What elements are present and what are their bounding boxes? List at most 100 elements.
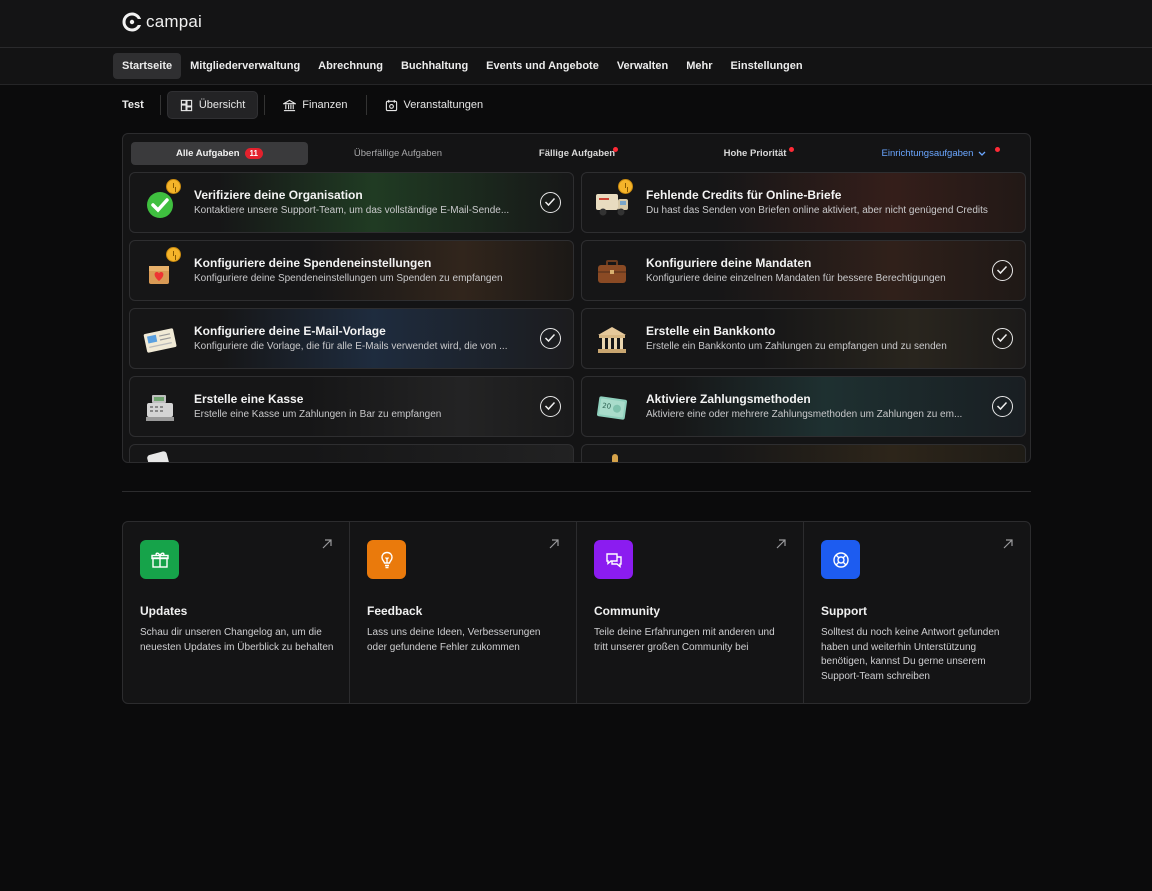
check-circle-icon[interactable] [540, 192, 561, 213]
top-bar: campai [0, 0, 1152, 48]
help-card-community[interactable]: Community Teile deine Erfahrungen mit an… [577, 522, 804, 703]
campai-logo[interactable]: campai [122, 12, 202, 32]
task-description: Erstelle eine Kasse um Zahlungen in Bar … [194, 409, 442, 420]
tab-finanzen[interactable]: Finanzen [271, 91, 359, 119]
task-count-badge: 11 [244, 148, 263, 159]
task-title: Konfiguriere deine Spendeneinstellungen [194, 256, 432, 270]
tab-einrichtungsaufgaben-label: Einrichtungsaufgaben [881, 148, 974, 159]
task-card-verify-organization[interactable]: Verifiziere deine Organisation Kontaktie… [129, 172, 574, 233]
help-card-description: Teile deine Erfahrungen mit anderen und … [594, 627, 775, 653]
briefcase-icon [592, 252, 632, 292]
nav-mehr[interactable]: Mehr [677, 53, 721, 79]
task-title: Konfiguriere deine E-Mail-Vorlage [194, 324, 386, 338]
nav-einstellungen[interactable]: Einstellungen [721, 53, 811, 79]
key-icon [612, 454, 618, 462]
task-card-donation-settings[interactable]: Konfiguriere deine Spendeneinstellungen … [129, 240, 574, 301]
help-card-title: Community [594, 604, 660, 618]
tab-hohe-prioritaet[interactable]: Hohe Priorität [666, 142, 844, 165]
tab-faellige-label: Fällige Aufgaben [538, 148, 616, 159]
task-title: Erstelle eine Kasse [194, 392, 304, 406]
help-card-description: Schau dir unseren Changelog an, um die n… [140, 627, 334, 653]
check-circle-icon[interactable] [992, 260, 1013, 281]
calendar-icon [385, 99, 397, 111]
task-description: Du hast das Senden von Briefen online ak… [646, 205, 988, 216]
task-card-cash-register[interactable]: Erstelle eine Kasse Erstelle eine Kasse … [129, 376, 574, 437]
check-circle-icon[interactable] [992, 396, 1013, 417]
task-title: Erstelle ein Bankkonto [646, 324, 776, 338]
chevron-down-icon [978, 151, 986, 156]
tab-uebersicht[interactable]: Übersicht [166, 91, 259, 119]
campai-logo-icon [122, 12, 142, 32]
organization-name: Test [122, 99, 144, 111]
notification-dot [995, 147, 1000, 152]
tab-finanzen-label: Finanzen [302, 99, 348, 111]
help-card-title: Support [821, 604, 867, 618]
nav-verwalten[interactable]: Verwalten [608, 53, 677, 79]
task-card-bank-account[interactable]: Erstelle ein Bankkonto Erstelle ein Bank… [581, 308, 1026, 369]
tab-uebersicht-label: Übersicht [198, 99, 246, 111]
gift-icon [140, 540, 179, 579]
divider [264, 95, 266, 115]
help-card-description: Lass uns deine Ideen, Verbesserungen ode… [367, 627, 541, 653]
tab-ueberfaellige-label: Überfällige Aufgaben [353, 148, 443, 159]
notification-dot [789, 147, 794, 152]
task-description: Konfiguriere die Vorlage, die für alle E… [194, 341, 508, 352]
divider [159, 95, 161, 115]
task-title: Konfiguriere deine Mandaten [646, 256, 812, 270]
clock-icon [618, 179, 633, 194]
task-description: Erstelle ein Bankkonto um Zahlungen zu e… [646, 341, 947, 352]
bank-icon [283, 99, 297, 111]
task-card-missing-credits[interactable]: Fehlende Credits für Online-Briefe Du ha… [581, 172, 1026, 233]
task-description: Aktiviere eine oder mehrere Zahlungsmeth… [646, 409, 963, 420]
arrow-up-right-icon [322, 539, 332, 549]
check-circle-icon[interactable] [992, 328, 1013, 349]
section-divider [122, 491, 1031, 492]
task-description: Konfiguriere deine Spendeneinstellungen … [194, 273, 503, 284]
tab-alle-aufgaben[interactable]: Alle Aufgaben 11 [131, 142, 308, 165]
clock-icon [166, 247, 181, 262]
tab-hohe-prioritaet-label: Hohe Priorität [723, 148, 787, 159]
nav-buchhaltung[interactable]: Buchhaltung [392, 53, 477, 79]
arrow-up-right-icon [776, 539, 786, 549]
tab-faellige-aufgaben[interactable]: Fällige Aufgaben [488, 142, 666, 165]
letter-icon [140, 320, 180, 360]
nav-startseite[interactable]: Startseite [113, 53, 182, 79]
lightbulb-icon [367, 540, 406, 579]
clock-icon [166, 179, 181, 194]
task-title: Verifiziere deine Organisation [194, 188, 363, 202]
notification-dot [613, 147, 618, 152]
cash-register-icon [140, 388, 180, 428]
check-circle-icon[interactable] [540, 396, 561, 417]
task-description: Konfiguriere deine einzelnen Mandaten fü… [646, 273, 946, 284]
tab-veranstaltungen[interactable]: Veranstaltungen [373, 91, 496, 119]
task-card-partial[interactable] [129, 444, 574, 462]
nav-events-und-angebote[interactable]: Events und Angebote [477, 53, 608, 79]
banknote-icon: 20 [592, 388, 632, 428]
task-filter-tabs: Alle Aufgaben 11 Überfällige Aufgaben Fä… [131, 142, 1024, 165]
svg-text:20: 20 [602, 402, 612, 411]
task-card-email-template[interactable]: Konfiguriere deine E-Mail-Vorlage Konfig… [129, 308, 574, 369]
divider [365, 95, 367, 115]
sub-navigation: Test Übersicht Finanzen Veranstaltungen [122, 91, 495, 119]
nav-abrechnung[interactable]: Abrechnung [309, 53, 392, 79]
help-card-updates[interactable]: Updates Schau dir unseren Changelog an, … [123, 522, 350, 703]
tab-alle-aufgaben-label: Alle Aufgaben [176, 148, 240, 159]
task-title: Aktiviere Zahlungsmethoden [646, 392, 811, 406]
help-card-title: Feedback [367, 604, 423, 618]
task-card-partial[interactable] [581, 444, 1026, 462]
bank-building-icon [592, 320, 632, 360]
tab-ueberfaellige-aufgaben[interactable]: Überfällige Aufgaben [308, 142, 488, 165]
help-card-feedback[interactable]: Feedback Lass uns deine Ideen, Verbesser… [350, 522, 577, 703]
tasks-panel: Alle Aufgaben 11 Überfällige Aufgaben Fä… [122, 133, 1031, 463]
help-card-title: Updates [140, 604, 188, 618]
help-cards: Updates Schau dir unseren Changelog an, … [122, 521, 1031, 704]
tab-einrichtungsaufgaben[interactable]: Einrichtungsaufgaben [844, 142, 1024, 165]
task-card-configure-mandates[interactable]: Konfiguriere deine Mandaten Konfiguriere… [581, 240, 1026, 301]
task-description: Kontaktiere unsere Support-Team, um das … [194, 205, 510, 216]
arrow-up-right-icon [1003, 539, 1013, 549]
dashboard-icon [180, 99, 192, 111]
nav-mitgliederverwaltung[interactable]: Mitgliederverwaltung [181, 53, 309, 79]
check-circle-icon[interactable] [540, 328, 561, 349]
task-card-payment-methods[interactable]: 20 Aktiviere Zahlungsmethoden Aktiviere … [581, 376, 1026, 437]
help-card-support[interactable]: Support Solltest du noch keine Antwort g… [804, 522, 1030, 703]
